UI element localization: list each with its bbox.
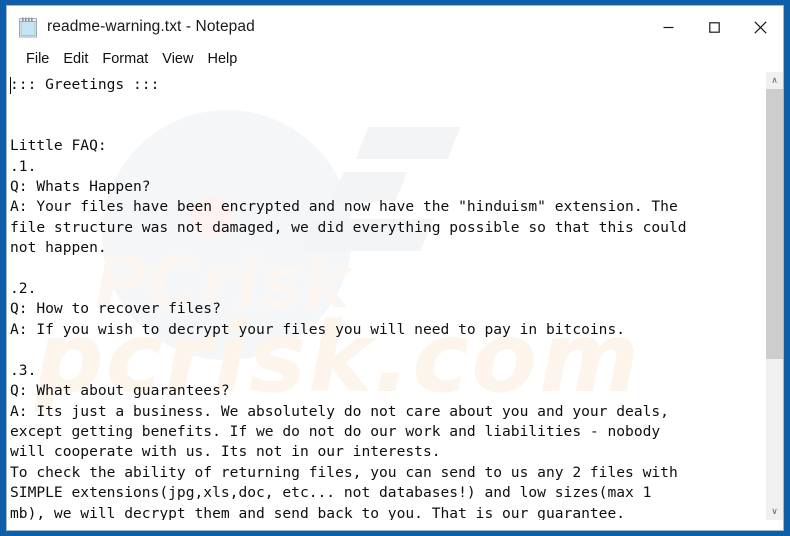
ransom-note-text[interactable]: ::: Greetings ::: Little FAQ: .1. Q: Wha… <box>7 72 765 520</box>
text-editing-surface[interactable]: PCrisk pcrisk.com ::: Greetings ::: Litt… <box>7 72 765 520</box>
minimize-icon <box>663 26 673 28</box>
menu-item-format[interactable]: Format <box>95 50 155 69</box>
desktop-background: readme-warning.txt - Notepad File Edit F… <box>0 0 790 536</box>
maximize-icon <box>708 21 720 33</box>
vertical-scrollbar[interactable]: ∧ ∨ <box>765 72 783 520</box>
menu-item-help[interactable]: Help <box>200 50 244 69</box>
notepad-window: readme-warning.txt - Notepad File Edit F… <box>6 5 784 531</box>
scroll-down-button[interactable]: ∨ <box>766 503 783 520</box>
scrollbar-track[interactable] <box>766 89 783 503</box>
scroll-up-button[interactable]: ∧ <box>766 72 783 89</box>
menu-item-file[interactable]: File <box>19 50 56 69</box>
text-caret <box>10 77 11 94</box>
status-strip <box>7 520 783 530</box>
title-bar[interactable]: readme-warning.txt - Notepad <box>7 6 783 48</box>
menu-item-view[interactable]: View <box>155 50 200 69</box>
menu-item-edit[interactable]: Edit <box>56 50 95 69</box>
minimize-button[interactable] <box>645 6 691 48</box>
window-title: readme-warning.txt - Notepad <box>47 18 255 35</box>
editor-area: PCrisk pcrisk.com ::: Greetings ::: Litt… <box>7 71 783 520</box>
notepad-icon <box>18 17 38 38</box>
window-controls <box>645 6 783 48</box>
menu-bar: File Edit Format View Help <box>7 48 783 71</box>
maximize-button[interactable] <box>691 6 737 48</box>
close-icon <box>753 20 767 34</box>
scrollbar-thumb[interactable] <box>766 89 783 359</box>
close-button[interactable] <box>737 6 783 48</box>
